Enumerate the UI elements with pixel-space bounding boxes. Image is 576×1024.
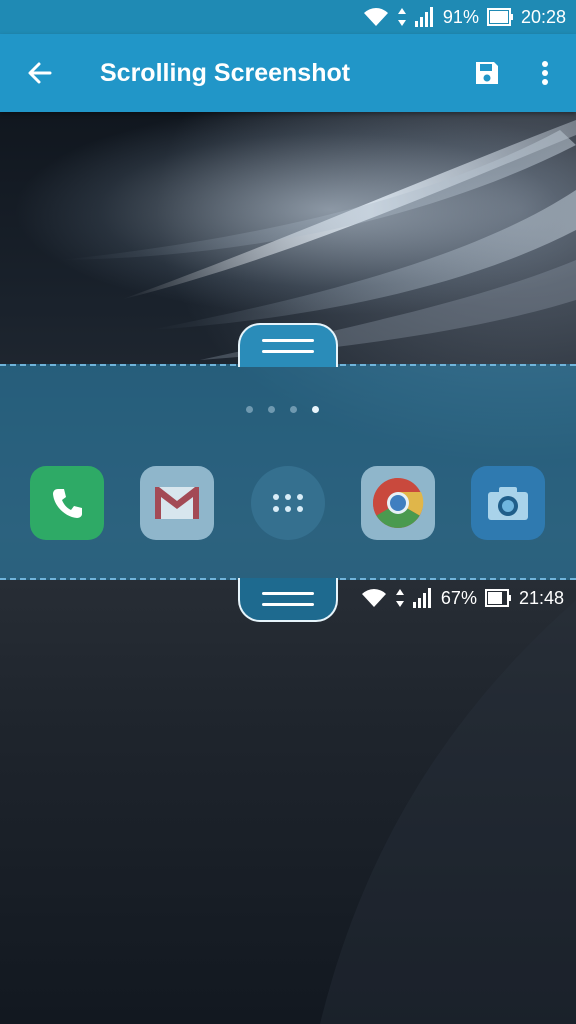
arrow-back-icon [28, 62, 52, 84]
data-arrows-icon [397, 7, 407, 27]
battery-icon [486, 8, 513, 26]
gmail-app[interactable] [140, 466, 214, 540]
app-drawer-icon [273, 494, 303, 512]
wifi-icon [361, 588, 387, 608]
data-arrows-icon [395, 588, 405, 608]
app-drawer-button[interactable] [251, 466, 325, 540]
page-dot [246, 406, 253, 413]
phone-app[interactable] [30, 466, 104, 540]
page-dot [268, 406, 275, 413]
bottom-drag-handle[interactable] [238, 578, 338, 622]
camera-app[interactable] [471, 466, 545, 540]
page-indicator [246, 406, 319, 413]
clock: 20:28 [520, 6, 566, 27]
battery-percent: 67% [440, 587, 477, 608]
signal-icon [414, 7, 435, 27]
camera-icon [488, 487, 528, 520]
captured-status-bar: 67% 21:48 [353, 584, 564, 612]
status-bar: 91% 20:28 [0, 0, 576, 34]
battery-percent: 91% [442, 6, 479, 27]
phone-icon [53, 489, 82, 518]
save-button[interactable] [458, 34, 516, 112]
chrome-icon [373, 478, 424, 528]
clock: 21:48 [518, 587, 564, 608]
app-bar: Scrolling Screenshot [0, 34, 576, 112]
more-options-button[interactable] [516, 34, 574, 112]
gmail-icon [155, 487, 199, 519]
more-vert-icon [542, 61, 548, 85]
wifi-icon [363, 7, 389, 27]
battery-icon [484, 589, 511, 607]
page-title: Scrolling Screenshot [100, 58, 351, 87]
app-dock [0, 466, 576, 542]
page-dot [290, 406, 297, 413]
top-drag-handle[interactable] [238, 323, 338, 367]
chrome-app[interactable] [361, 466, 435, 540]
back-button[interactable] [0, 34, 78, 112]
signal-icon [412, 588, 433, 608]
page-dot-active [312, 406, 319, 413]
save-icon [476, 62, 498, 84]
